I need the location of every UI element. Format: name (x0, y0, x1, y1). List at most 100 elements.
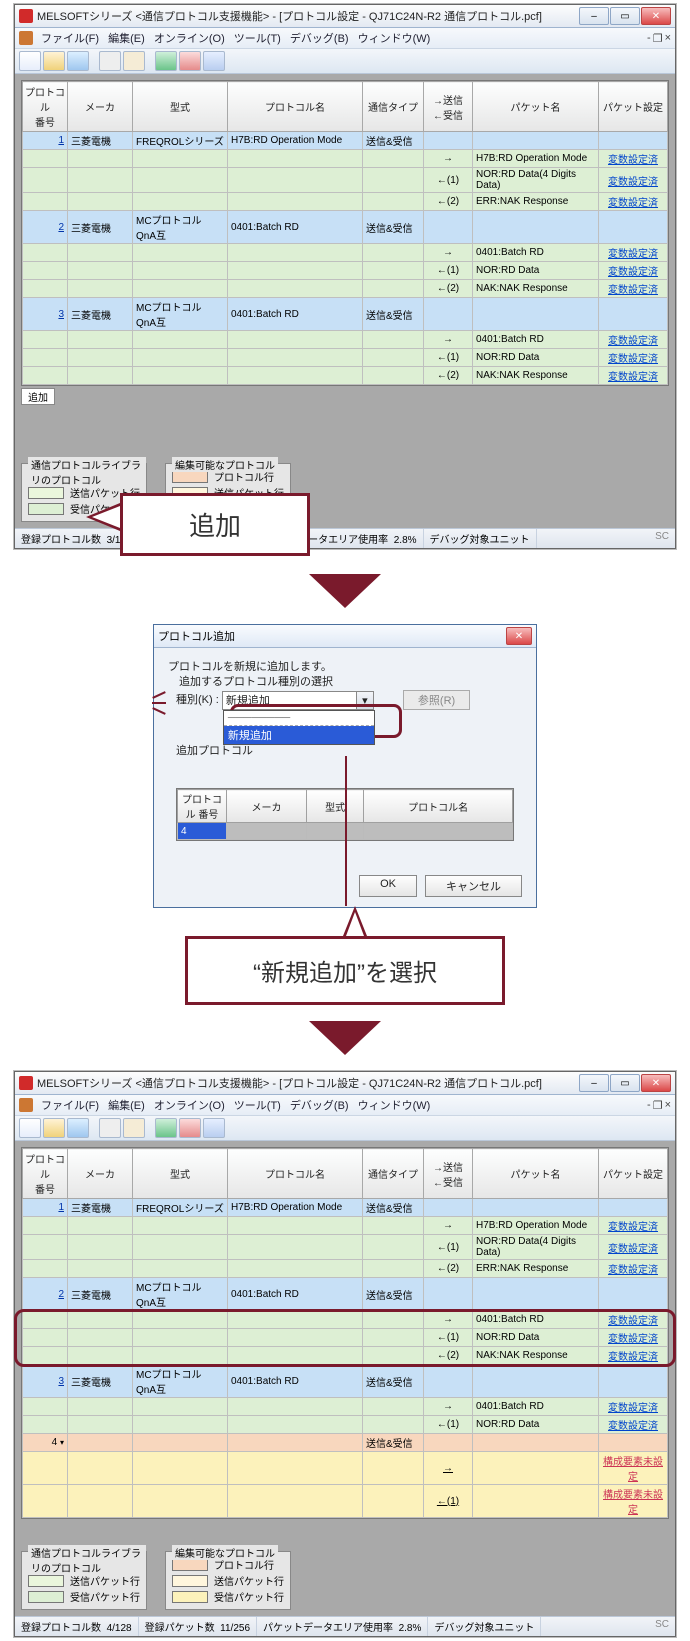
packet-setting-link[interactable]: 変数設定済 (599, 280, 668, 298)
packet-setting-link[interactable]: 変数設定済 (599, 1235, 668, 1260)
table-cell[interactable]: 2 (23, 211, 68, 244)
table-cell[interactable] (599, 132, 668, 150)
close-button[interactable]: ✕ (641, 7, 671, 25)
table-cell[interactable]: ←(2) (424, 1260, 473, 1278)
tool-write-2[interactable] (155, 1118, 177, 1138)
table-cell[interactable] (133, 1416, 228, 1434)
table-cell[interactable]: NOR:RD Data (473, 262, 599, 280)
table-cell[interactable] (68, 150, 133, 168)
table-cell[interactable]: ←(1) (424, 1235, 473, 1260)
menu-tool[interactable]: ツール(T) (234, 33, 281, 45)
tool-open-2[interactable] (43, 1118, 65, 1138)
packet-setting-link[interactable]: 変数設定済 (599, 244, 668, 262)
table-cell[interactable]: ←(1) (424, 262, 473, 280)
table-cell[interactable] (363, 1329, 424, 1347)
mini-cell-no[interactable]: 4 (178, 823, 227, 840)
table-cell[interactable]: → (424, 1311, 473, 1329)
table-cell[interactable] (133, 1217, 228, 1235)
table-cell[interactable]: 送信&受信 (363, 211, 424, 244)
table-row[interactable]: 1三菱電機FREQROLシリーズH7B:RD Operation Mode送信&… (23, 1199, 668, 1217)
table-cell[interactable] (424, 211, 473, 244)
window-titlebar[interactable]: MELSOFTシリーズ <通信プロトコル支援機能> - [プロトコル設定 - Q… (15, 5, 675, 28)
table-row[interactable]: ←(2)NAK:NAK Response変数設定済 (23, 367, 668, 385)
table-cell[interactable] (68, 193, 133, 211)
table-cell[interactable]: 3 (23, 298, 68, 331)
table-row[interactable]: ←(1)NOR:RD Data(4 Digits Data)変数設定済 (23, 168, 668, 193)
table-cell[interactable] (363, 262, 424, 280)
tool-paste[interactable] (123, 51, 145, 71)
packet-setting-link[interactable]: 変数設定済 (599, 150, 668, 168)
table-cell[interactable] (228, 280, 363, 298)
table-cell[interactable]: ←(2) (424, 280, 473, 298)
table-cell[interactable] (228, 349, 363, 367)
table-cell[interactable]: FREQROLシリーズ (133, 132, 228, 150)
tool-verify[interactable] (203, 51, 225, 71)
table-cell[interactable] (473, 1434, 599, 1452)
table-cell[interactable] (23, 262, 68, 280)
table-cell[interactable] (68, 168, 133, 193)
packet-setting-link[interactable]: 変数設定済 (599, 367, 668, 385)
table-cell[interactable] (473, 132, 599, 150)
menu-window[interactable]: ウィンドウ(W) (358, 33, 431, 45)
table-cell[interactable]: ←(1) (424, 349, 473, 367)
table-cell[interactable] (228, 1260, 363, 1278)
table-cell[interactable] (599, 1365, 668, 1398)
packet-setting-link[interactable]: 変数設定済 (599, 1347, 668, 1365)
table-cell[interactable] (68, 1485, 133, 1518)
table-cell[interactable] (23, 1235, 68, 1260)
table-cell[interactable]: → (424, 244, 473, 262)
table-cell[interactable]: NOR:RD Data(4 Digits Data) (473, 168, 599, 193)
packet-setting-link[interactable]: 変数設定済 (599, 168, 668, 193)
menu-online[interactable]: オンライン(O) (154, 33, 225, 45)
table-cell[interactable] (68, 1260, 133, 1278)
tool-new[interactable] (19, 51, 41, 71)
packet-setting-link[interactable]: 変数設定済 (599, 1398, 668, 1416)
table-cell[interactable] (133, 244, 228, 262)
maximize-button[interactable]: ▭ (610, 7, 640, 25)
table-cell[interactable]: MCプロトコル QnA互 (133, 211, 228, 244)
table-cell[interactable]: 送信&受信 (363, 132, 424, 150)
table-cell[interactable]: 三菱電機 (68, 1278, 133, 1311)
table-cell[interactable] (68, 1416, 133, 1434)
mdi-restore-icon[interactable]: ❐ (653, 32, 663, 45)
mini-cell-pname[interactable] (364, 823, 513, 840)
table-row[interactable]: 3三菱電機MCプロトコル QnA互0401:Batch RD送信&受信 (23, 298, 668, 331)
table-cell[interactable] (228, 1416, 363, 1434)
mdi-close-icon-2[interactable]: × (665, 1099, 671, 1112)
table-cell[interactable]: 4 ▾ (23, 1434, 68, 1452)
packet-setting-link[interactable]: 変数設定済 (599, 349, 668, 367)
minimize-button-2[interactable]: – (579, 1074, 609, 1092)
tool-open[interactable] (43, 51, 65, 71)
table-cell[interactable] (473, 1452, 599, 1485)
table-cell[interactable] (599, 211, 668, 244)
table-cell[interactable]: 1 (23, 1199, 68, 1217)
table-cell[interactable] (363, 1260, 424, 1278)
table-cell[interactable]: 送信&受信 (363, 1199, 424, 1217)
table-cell[interactable] (228, 1452, 363, 1485)
table-cell[interactable] (23, 1398, 68, 1416)
table-cell[interactable] (23, 1329, 68, 1347)
kind-dropdown[interactable]: ──────── 新規追加 (223, 710, 375, 745)
table-cell[interactable]: 1 (23, 132, 68, 150)
table-row[interactable]: ←(1)NOR:RD Data(4 Digits Data)変数設定済 (23, 1235, 668, 1260)
table-cell[interactable] (133, 168, 228, 193)
table-row[interactable]: →H7B:RD Operation Mode変数設定済 (23, 1217, 668, 1235)
table-cell[interactable]: ←(1) (424, 1329, 473, 1347)
table-cell[interactable] (363, 1485, 424, 1518)
packet-setting-link[interactable]: 変数設定済 (599, 1311, 668, 1329)
table-cell[interactable]: MCプロトコル QnA互 (133, 1278, 228, 1311)
menu-debug[interactable]: デバッグ(B) (290, 33, 349, 45)
table-cell[interactable] (363, 1311, 424, 1329)
table-cell[interactable] (473, 1199, 599, 1217)
table-cell[interactable] (363, 1347, 424, 1365)
ok-button[interactable]: OK (359, 875, 417, 897)
table-cell[interactable] (599, 1199, 668, 1217)
table-cell[interactable]: → (424, 331, 473, 349)
table-cell[interactable]: H7B:RD Operation Mode (473, 150, 599, 168)
table-cell[interactable]: ←(2) (424, 193, 473, 211)
maximize-button-2[interactable]: ▭ (610, 1074, 640, 1092)
table-row[interactable]: ←(1)構成要素未設定 (23, 1485, 668, 1518)
table-cell[interactable]: MCプロトコル QnA互 (133, 298, 228, 331)
menu-tool-2[interactable]: ツール(T) (234, 1100, 281, 1112)
table-cell[interactable] (23, 1217, 68, 1235)
